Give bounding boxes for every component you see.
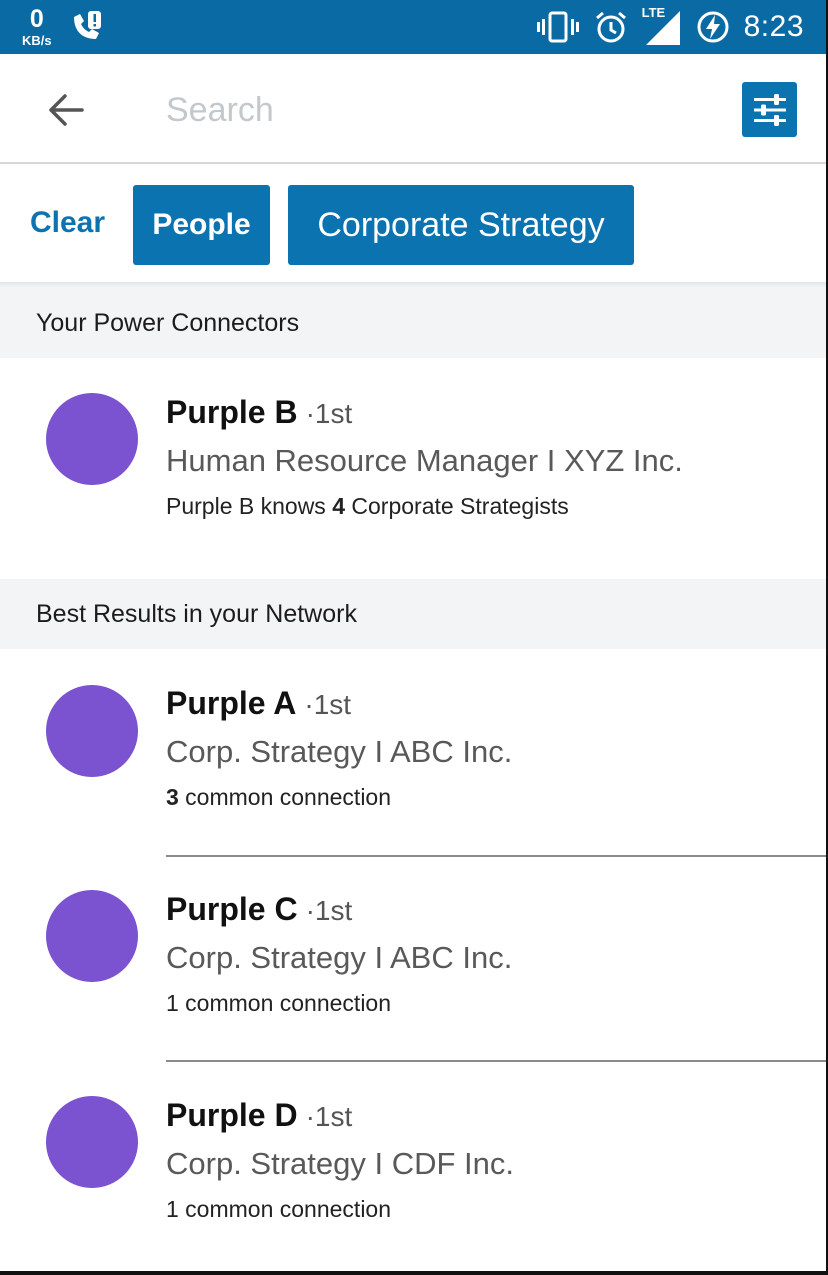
common-connections: 1 common connection xyxy=(166,990,392,1016)
result-row-purple-d[interactable]: Purple D ·1st Corp. Strategy I CDF Inc. … xyxy=(0,1061,826,1222)
alarm-icon xyxy=(594,10,628,44)
clear-filters-button[interactable]: Clear xyxy=(30,206,105,240)
result-name: Purple C xyxy=(166,891,298,927)
connection-degree: ·1st xyxy=(305,1101,353,1132)
chip-corporate-strategy[interactable]: Corporate Strategy xyxy=(288,185,634,265)
missed-call-icon xyxy=(68,9,104,45)
filter-chips-bar: Clear People Corporate Strategy xyxy=(0,166,826,284)
sliders-icon xyxy=(753,93,786,126)
result-headline: Human Resource Manager I XYZ Inc. xyxy=(166,443,683,478)
common-connections-count: 3 xyxy=(166,784,179,810)
result-name-line: Purple C ·1st xyxy=(166,891,352,928)
avatar xyxy=(46,1096,138,1188)
insight-suffix: Corporate Strategists xyxy=(345,493,569,519)
connection-degree: ·1st xyxy=(305,398,353,429)
common-connections-label: common connection xyxy=(178,784,392,810)
result-insight: Purple B knows 4 Corporate Strategists xyxy=(166,493,569,520)
result-name-line: Purple A ·1st xyxy=(166,685,351,722)
app-frame: 0 KB/s LTE 8:23 Search Clear People Corp… xyxy=(0,0,826,1271)
filter-button[interactable] xyxy=(742,82,797,137)
insight-count: 4 xyxy=(332,493,345,519)
connection-degree: ·1st xyxy=(304,689,352,720)
result-headline: Corp. Strategy I ABC Inc. xyxy=(166,734,513,769)
network-type-label: LTE xyxy=(641,5,666,20)
network-speed-unit: KB/s xyxy=(22,33,52,48)
common-connections: 1 common connection xyxy=(166,1196,392,1222)
result-name: Purple D xyxy=(166,1097,298,1133)
result-name: Purple A xyxy=(166,685,297,721)
result-row-purple-a[interactable]: Purple A ·1st Corp. Strategy I ABC Inc. … xyxy=(0,649,826,810)
avatar xyxy=(46,393,138,485)
arrow-left-icon xyxy=(49,94,84,126)
avatar xyxy=(46,685,138,777)
result-name: Purple B xyxy=(166,394,298,430)
status-bar: 0 KB/s LTE 8:23 xyxy=(0,0,826,54)
avatar xyxy=(46,890,138,982)
result-headline: Corp. Strategy I ABC Inc. xyxy=(166,940,513,975)
result-row-purple-c[interactable]: Purple C ·1st Corp. Strategy I ABC Inc. … xyxy=(0,855,826,1016)
clock: 8:23 xyxy=(743,10,804,43)
common-connections: 3 common connection xyxy=(166,784,391,811)
vibrate-icon xyxy=(536,10,580,44)
insight-prefix: Purple B knows xyxy=(166,493,333,519)
result-headline: Corp. Strategy I CDF Inc. xyxy=(166,1146,514,1181)
result-row-purple-b[interactable]: Purple B ·1st Human Resource Manager I X… xyxy=(0,358,826,519)
status-left: 0 KB/s xyxy=(22,4,104,50)
search-input[interactable] xyxy=(166,82,686,138)
back-button[interactable] xyxy=(40,84,92,136)
section-header-best-results: Best Results in your Network xyxy=(0,579,826,649)
chip-people[interactable]: People xyxy=(133,185,270,265)
battery-charging-icon xyxy=(696,10,730,44)
signal-icon: LTE xyxy=(641,5,682,47)
status-right: LTE 8:23 xyxy=(536,0,804,54)
search-header xyxy=(0,54,826,164)
section-header-power-connectors: Your Power Connectors xyxy=(0,288,826,358)
connection-degree: ·1st xyxy=(305,895,353,926)
result-name-line: Purple D ·1st xyxy=(166,1097,352,1134)
network-speed: 0 KB/s xyxy=(22,5,52,48)
result-name-line: Purple B ·1st xyxy=(166,394,352,431)
network-speed-value: 0 xyxy=(29,5,44,33)
